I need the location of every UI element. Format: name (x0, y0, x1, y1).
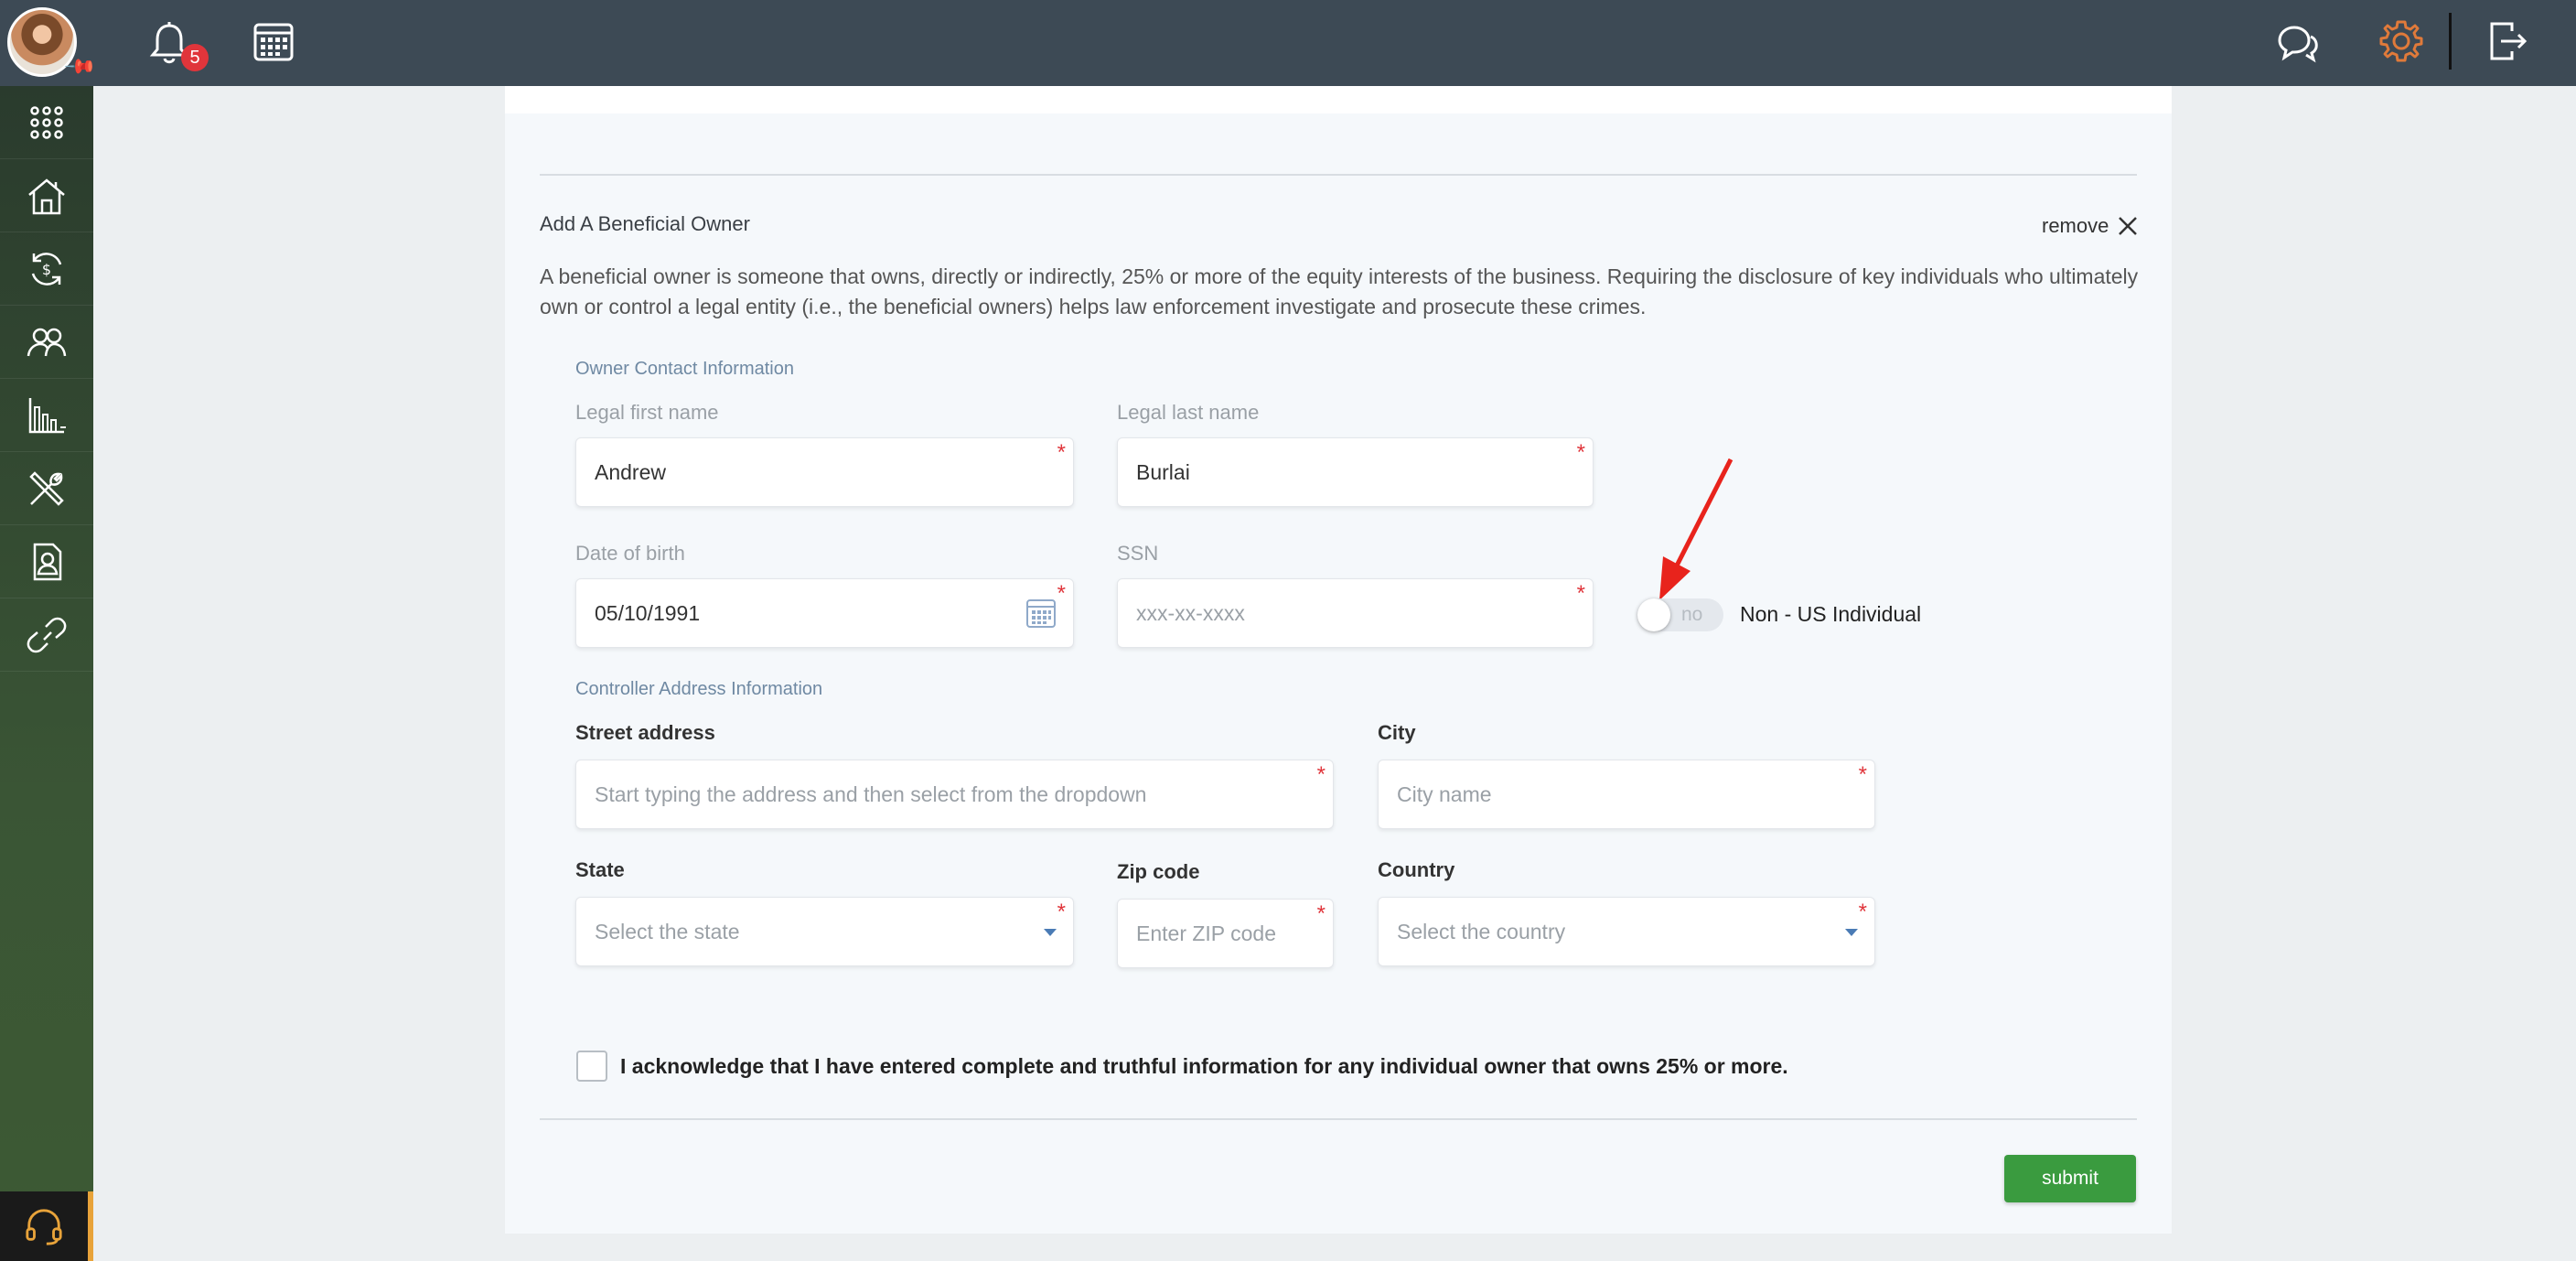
section-title: Add A Beneficial Owner (540, 212, 750, 235)
chevron-down-icon (1845, 929, 1858, 936)
logout-icon[interactable] (2486, 18, 2528, 64)
toggle-state-text: no (1681, 604, 1703, 625)
sidebar-item-money[interactable]: $ (0, 232, 93, 306)
last-name-value: Burlai (1136, 459, 1190, 484)
zip-placeholder: Enter ZIP code (1136, 921, 1276, 945)
money-exchange-icon: $ (31, 252, 62, 286)
non-us-label: Non - US Individual (1740, 602, 1922, 626)
svg-text:$: $ (42, 261, 51, 278)
required-marker: * (1576, 440, 1585, 465)
first-name-value: Andrew (595, 459, 666, 484)
sidebar-item-home[interactable] (0, 159, 93, 232)
required-marker: * (1057, 900, 1066, 924)
acknowledge-label: I acknowledge that I have entered comple… (620, 1054, 1788, 1078)
link-icon (27, 617, 67, 652)
submit-button[interactable]: submit (2004, 1155, 2136, 1202)
dob-value: 05/10/1991 (595, 600, 701, 625)
street-address-field[interactable]: Start typing the address and then select… (575, 760, 1334, 829)
bar-chart-icon (28, 397, 66, 433)
city-label: City (1378, 721, 1416, 744)
city-placeholder: City name (1397, 781, 1492, 806)
city-field[interactable]: City name * (1378, 760, 1875, 829)
chat-icon[interactable] (2276, 20, 2320, 64)
description: A beneficial owner is someone that owns,… (540, 264, 2139, 318)
required-marker: * (1576, 581, 1585, 606)
toggle-knob (1637, 598, 1670, 631)
ssn-placeholder: xxx-xx-xxxx (1136, 600, 1245, 625)
owner-contact-group-label: Owner Contact Information (575, 359, 794, 379)
remove-label: remove (2042, 214, 2109, 237)
address-group-label: Controller Address Information (575, 679, 823, 699)
required-marker: * (1057, 581, 1066, 606)
notification-badge: 5 (181, 44, 209, 71)
country-placeholder: Select the country (1397, 919, 1566, 943)
street-label: Street address (575, 721, 715, 744)
sidebar-item-reports[interactable] (0, 379, 93, 452)
users-icon (27, 328, 67, 356)
home-icon (28, 178, 65, 214)
remove-button[interactable]: remove (2042, 214, 2138, 238)
street-placeholder: Start typing the address and then select… (595, 781, 1147, 806)
divider-top (540, 174, 2137, 176)
sidebar-item-links[interactable] (0, 598, 93, 672)
zip-label: Zip code (1117, 860, 1200, 883)
topbar-divider (2449, 13, 2452, 70)
non-us-toggle[interactable]: no (1637, 598, 1723, 631)
red-arrow-annotation (1659, 458, 1733, 600)
ssn-field[interactable]: xxx-xx-xxxx * (1117, 578, 1594, 648)
chevron-down-icon (1044, 929, 1057, 936)
card-top-panel (505, 86, 2172, 113)
required-marker: * (1057, 440, 1066, 465)
first-name-field[interactable]: Andrew * (575, 437, 1074, 507)
state-select[interactable]: Select the state * (575, 897, 1074, 966)
state-label: State (575, 858, 625, 881)
gear-icon[interactable] (2378, 18, 2424, 64)
sidebar-item-users[interactable] (0, 306, 93, 379)
sidebar-item-contacts[interactable] (0, 525, 93, 598)
acknowledge-checkbox[interactable] (576, 1051, 607, 1082)
apps-grid-icon (30, 105, 63, 139)
sidebar: $ (0, 86, 93, 1261)
country-label: Country (1378, 858, 1455, 881)
top-bar: 📌 5 (0, 0, 2576, 86)
dob-field[interactable]: 05/10/1991 * (575, 578, 1074, 648)
calendar-picker-icon[interactable] (1025, 598, 1057, 629)
zip-field[interactable]: Enter ZIP code * (1117, 899, 1334, 968)
last-name-label: Legal last name (1117, 401, 1260, 424)
sidebar-support[interactable] (0, 1191, 93, 1261)
sidebar-item-apps[interactable] (0, 86, 93, 159)
first-name-label: Legal first name (575, 401, 719, 424)
required-marker: * (1858, 900, 1867, 924)
last-name-field[interactable]: Burlai * (1117, 437, 1594, 507)
dob-label: Date of birth (575, 542, 685, 565)
contact-card-icon (33, 543, 62, 580)
calendar-icon[interactable] (252, 20, 295, 62)
headset-icon (26, 1209, 62, 1245)
close-icon (2119, 217, 2138, 235)
ssn-label: SSN (1117, 542, 1159, 565)
tools-icon (29, 470, 64, 506)
required-marker: * (1858, 762, 1867, 787)
required-marker: * (1316, 901, 1326, 926)
state-placeholder: Select the state (595, 919, 740, 943)
divider-bottom (540, 1118, 2137, 1120)
sidebar-item-tools[interactable] (0, 452, 93, 525)
required-marker: * (1316, 762, 1326, 787)
country-select[interactable]: Select the country * (1378, 897, 1875, 966)
